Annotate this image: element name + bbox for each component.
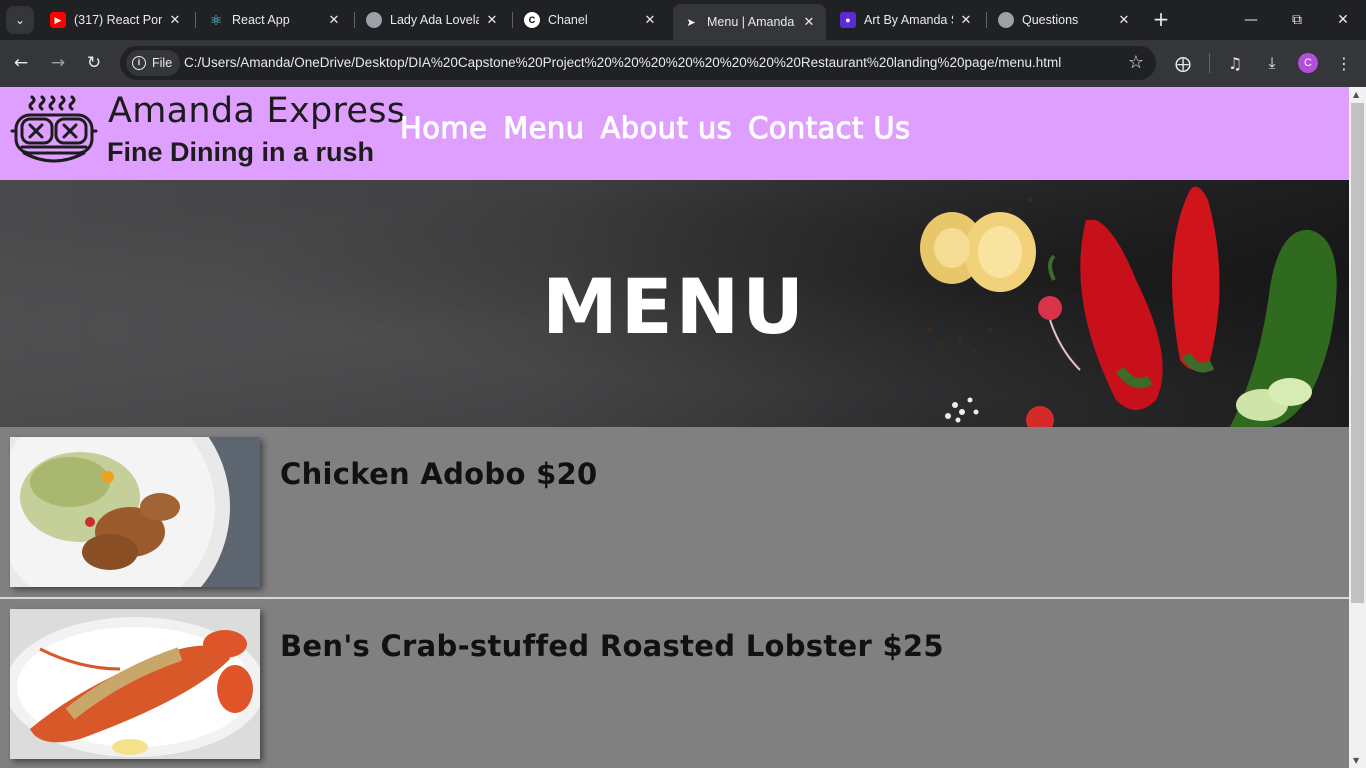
url-text[interactable]: C:/Users/Amanda/OneDrive/Desktop/DIA%20C… [184, 55, 1061, 70]
browser-toolbar: ← → ↻ i File C:/Users/Amanda/OneDrive/De… [0, 40, 1366, 87]
close-icon: ✕ [1337, 12, 1349, 28]
dish-title: Chicken Adobo $20 [280, 457, 598, 491]
tab-strip: ⌄ ▶ (317) React Portf ✕ ⚛ React App ✕ La… [0, 0, 1366, 40]
react-icon: ⚛ [209, 11, 223, 28]
toolbar-separator [1209, 53, 1210, 73]
lobster-photo [10, 609, 260, 759]
close-tab-icon[interactable]: ✕ [325, 11, 343, 29]
youtube-icon: ▶ [50, 12, 66, 28]
tab-title: Questions [1022, 13, 1079, 27]
globe-icon [366, 12, 382, 28]
reload-button[interactable]: ↻ [79, 48, 109, 78]
extensions-icon[interactable]: ⨁ [1170, 50, 1196, 76]
food-bowl-logo-icon [10, 95, 98, 163]
tab-title: Lady Ada Lovela [390, 13, 479, 27]
scrollbar-thumb[interactable] [1351, 103, 1364, 603]
media-control-icon[interactable]: ♫ [1222, 50, 1248, 76]
close-tab-icon[interactable]: ✕ [1115, 11, 1133, 29]
close-tab-icon[interactable]: ✕ [641, 11, 659, 29]
close-tab-icon[interactable]: ✕ [166, 11, 184, 29]
nav-link-menu[interactable]: Menu [503, 111, 585, 146]
forward-button[interactable]: → [43, 48, 73, 78]
close-tab-icon[interactable]: ✕ [957, 11, 975, 29]
site-icon: ➤ [686, 16, 696, 29]
globe-icon [998, 12, 1014, 28]
tab-art-by-amanda[interactable]: ● Art By Amanda S ✕ [830, 4, 983, 36]
tab-separator [512, 12, 513, 28]
tab-separator [986, 12, 987, 28]
tab-separator [354, 12, 355, 28]
main-nav: Home Menu About us Contact Us [399, 111, 911, 146]
tab-title: Chanel [548, 13, 588, 27]
minimize-icon: — [1244, 12, 1258, 28]
close-window-button[interactable]: ✕ [1320, 0, 1366, 40]
brand-tagline: Fine Dining in a rush [107, 137, 375, 167]
close-tab-icon[interactable]: ✕ [800, 13, 818, 31]
menu-item: Chicken Adobo $20 [0, 427, 1349, 599]
art-icon: ● [840, 12, 856, 28]
new-tab-button[interactable]: + [1150, 9, 1172, 31]
tab-react-app[interactable]: ⚛ React App ✕ [198, 4, 351, 36]
tab-title: Art By Amanda S [864, 13, 953, 27]
dish-image [10, 437, 260, 587]
more-menu-icon[interactable]: ⋮ [1331, 50, 1357, 76]
site-header: Amanda Express Fine Dining in a rush Hom… [0, 87, 1349, 180]
download-icon[interactable]: ⤓ [1259, 50, 1285, 76]
tab-search-button[interactable]: ⌄ [6, 6, 34, 34]
scroll-down-icon[interactable]: ▼ [1353, 756, 1359, 765]
page-viewport: Amanda Express Fine Dining in a rush Hom… [0, 87, 1349, 768]
back-button[interactable]: ← [6, 48, 36, 78]
tab-react-portfolio[interactable]: ▶ (317) React Portf ✕ [40, 4, 192, 36]
page-scrollbar[interactable]: ▲ ▼ [1349, 87, 1366, 768]
tab-questions[interactable]: Questions ✕ [988, 4, 1141, 36]
hero-banner: MENU [0, 180, 1349, 427]
info-icon: i [132, 56, 146, 70]
close-tab-icon[interactable]: ✕ [483, 11, 501, 29]
nav-link-home[interactable]: Home [399, 111, 487, 146]
chanel-icon: C [524, 12, 540, 28]
tab-title: Menu | Amanda [707, 15, 795, 29]
tab-separator [195, 12, 196, 28]
address-bar[interactable]: i File C:/Users/Amanda/OneDrive/Desktop/… [120, 46, 1156, 80]
arrow-right-icon: → [50, 53, 66, 73]
brand-name: Amanda Express [108, 91, 406, 131]
menu-item: Ben's Crab-stuffed Roasted Lobster $25 [0, 599, 1349, 768]
chicken-adobo-photo [10, 437, 260, 587]
tab-title: React App [232, 13, 290, 27]
tab-title: (317) React Portf [74, 13, 162, 27]
profile-avatar[interactable]: C [1298, 53, 1318, 73]
tab-chanel[interactable]: C Chanel ✕ [514, 4, 667, 36]
restore-button[interactable]: ⧉ [1274, 0, 1320, 40]
arrow-left-icon: ← [13, 53, 29, 73]
nav-link-about-us[interactable]: About us [600, 111, 732, 146]
dish-title: Ben's Crab-stuffed Roasted Lobster $25 [280, 629, 944, 663]
chevron-down-icon: ⌄ [14, 13, 26, 27]
nav-link-contact-us[interactable]: Contact Us [748, 111, 911, 146]
site-info-chip[interactable]: i File [126, 50, 181, 76]
bookmark-star-icon[interactable]: ☆ [1128, 52, 1144, 73]
reload-icon: ↻ [86, 53, 102, 73]
tab-menu-amanda[interactable]: ➤ Menu | Amanda ✕ [673, 4, 826, 40]
site-info-label: File [152, 56, 173, 70]
minimize-button[interactable]: — [1228, 0, 1274, 40]
tab-lady-ada[interactable]: Lady Ada Lovela ✕ [356, 4, 509, 36]
restore-icon: ⧉ [1292, 12, 1302, 28]
dish-image [10, 609, 260, 759]
scroll-up-icon[interactable]: ▲ [1353, 90, 1359, 99]
hero-title: MENU [542, 262, 807, 351]
